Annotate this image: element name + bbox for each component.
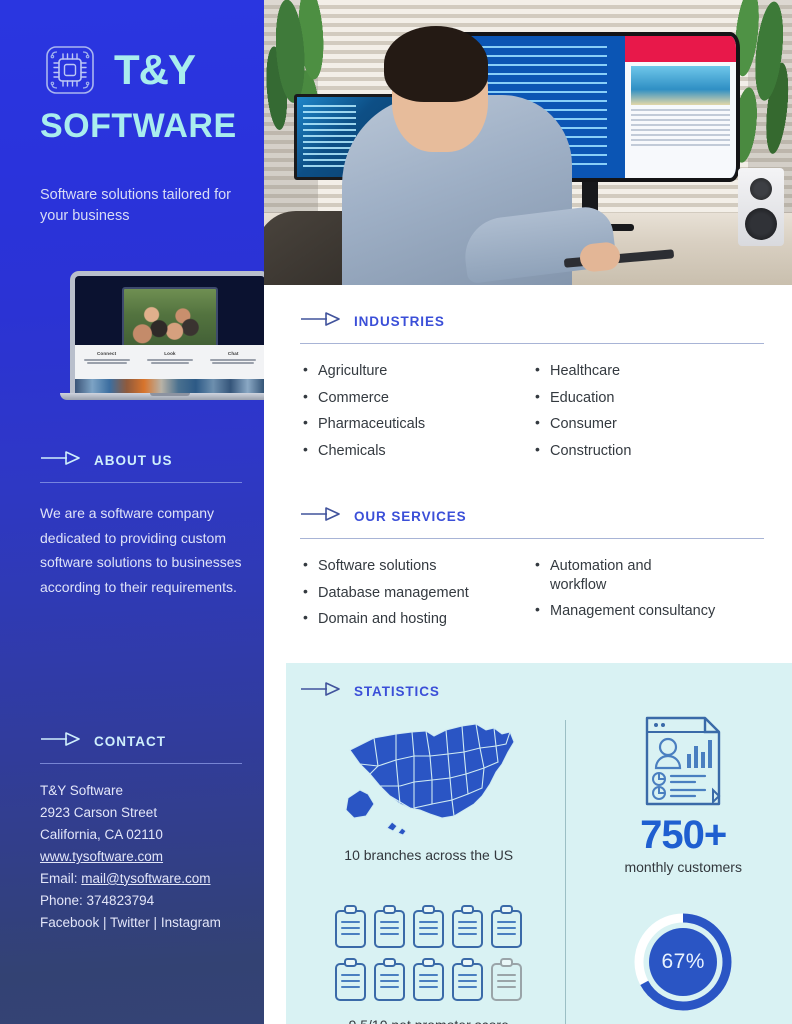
arrow-right-icon — [300, 311, 344, 332]
industries-section: INDUSTRIES Agriculture Commerce Pharmace… — [300, 285, 764, 468]
services-column-2: Automation and workflow Management consu… — [532, 556, 764, 637]
profit-value: 67% — [661, 949, 705, 973]
contact-section: CONTACT T&Y Software 2923 Carson Street … — [40, 731, 242, 933]
about-us-section: ABOUT US We are a software company dedic… — [40, 450, 242, 599]
clipboard-icon — [411, 904, 446, 954]
arrow-right-icon — [40, 731, 84, 752]
brand-tagline: Software solutions tailored for your bus… — [40, 187, 232, 225]
contact-details: T&Y Software 2923 Carson Street Californ… — [40, 780, 242, 933]
list-item: Consumer — [532, 414, 764, 434]
list-item: Software solutions — [300, 556, 532, 576]
divider — [300, 538, 764, 540]
desktop-speaker — [738, 168, 784, 246]
laptop-column: Look — [144, 351, 196, 379]
clipboard-icon-partial — [489, 957, 524, 1007]
branches-caption: 10 branches across the US — [344, 846, 514, 863]
industries-column-1: Agriculture Commerce Pharmaceuticals Che… — [300, 361, 532, 468]
person-hair — [384, 26, 488, 102]
statistics-title: STATISTICS — [354, 683, 440, 699]
email-label: Email: — [40, 870, 78, 886]
customers-stat: 750+ monthly customers — [574, 712, 792, 890]
arrow-right-icon — [40, 450, 84, 471]
list-item: Agriculture — [300, 361, 532, 381]
clipboard-icon — [333, 904, 368, 954]
statistics-section: STATISTICS 10 branches across the US 750… — [286, 662, 792, 1024]
about-us-title: ABOUT US — [94, 453, 173, 469]
vertical-divider — [565, 719, 567, 1024]
laptop-column-title: Chat — [227, 351, 239, 357]
email-link[interactable]: mail@tysoftware.com — [81, 871, 210, 886]
laptop-column: Chat — [207, 351, 259, 379]
laptop-column: Connect — [81, 351, 133, 379]
clipboard-icon — [372, 957, 407, 1007]
list-item: Chemicals — [300, 441, 532, 461]
brand-name-line1: T&Y — [114, 46, 196, 93]
contact-street: 2923 Carson Street — [40, 805, 158, 821]
clipboard-group — [329, 904, 529, 1007]
clipboard-icon — [489, 904, 524, 954]
us-map-icon — [334, 712, 524, 843]
about-us-body: We are a software company dedicated to p… — [40, 505, 242, 595]
laptop-column-title: Look — [164, 351, 176, 357]
list-item: Automation and workflow — [532, 556, 652, 594]
nps-stat: 9.5/10 net promoter score — [300, 904, 557, 1024]
industries-title: INDUSTRIES — [354, 314, 445, 329]
clipboard-icon — [411, 957, 446, 1007]
list-item: Education — [532, 388, 764, 408]
report-document-icon — [637, 712, 729, 815]
laptop-dock — [75, 379, 264, 394]
arrow-right-icon — [300, 681, 344, 702]
website-screen — [625, 36, 736, 178]
main-content: INDUSTRIES Agriculture Commerce Pharmace… — [264, 0, 792, 1024]
list-item: Pharmaceuticals — [300, 414, 532, 434]
list-item: Commerce — [300, 388, 532, 408]
brand-block: T&Y SOFTWARE Software solutions tailored… — [40, 0, 242, 227]
list-item: Healthcare — [532, 361, 764, 381]
list-item: Construction — [532, 441, 764, 461]
brand-name-line2: SOFTWARE — [40, 107, 237, 145]
services-title: OUR SERVICES — [354, 509, 467, 525]
contact-phone: Phone: 374823794 — [40, 892, 155, 908]
divider — [40, 763, 242, 765]
brochure-page: T&Y SOFTWARE Software solutions tailored… — [0, 0, 792, 1024]
clipboard-icon — [372, 904, 407, 954]
donut-chart-icon: 67% — [631, 910, 735, 1014]
microchip-icon — [40, 40, 100, 100]
industries-column-2: Healthcare Education Consumer Constructi… — [532, 361, 764, 468]
clipboard-icon — [333, 957, 368, 1007]
website-link[interactable]: www.tysoftware.com — [40, 849, 163, 864]
clipboard-icon — [450, 957, 485, 1007]
contact-city: California, CA 02110 — [40, 827, 163, 843]
services-column-1: Software solutions Database management D… — [300, 556, 532, 637]
customers-value: 750+ — [640, 812, 727, 857]
hero-image — [264, 0, 792, 285]
customers-caption: monthly customers — [624, 858, 742, 875]
list-item: Domain and hosting — [300, 609, 532, 629]
contact-company: T&Y Software — [40, 783, 124, 799]
divider — [300, 343, 764, 344]
branches-stat: 10 branches across the US — [300, 712, 557, 890]
list-item: Management consultancy — [532, 601, 764, 621]
laptop-screen: Connect Look Chat — [70, 271, 264, 394]
divider — [40, 482, 242, 484]
social-links[interactable]: Facebook | Twitter | Instagram — [40, 912, 242, 934]
clipboard-icon — [450, 904, 485, 954]
laptop-page-columns: Connect Look Chat — [75, 345, 264, 380]
laptop-column-title: Connect — [96, 351, 117, 357]
profit-stat: 67% 67% annual profit — [574, 906, 792, 1024]
laptop-mockup: Connect Look Chat — [40, 271, 264, 401]
laptop-base — [60, 393, 264, 401]
sidebar: T&Y SOFTWARE Software solutions tailored… — [0, 0, 264, 1024]
list-item: Database management — [300, 583, 532, 603]
nps-caption: 9.5/10 net promoter score — [349, 1017, 509, 1024]
contact-title: CONTACT — [94, 734, 166, 750]
services-section: OUR SERVICES Software solutions Database… — [300, 468, 764, 637]
arrow-right-icon — [300, 506, 344, 527]
